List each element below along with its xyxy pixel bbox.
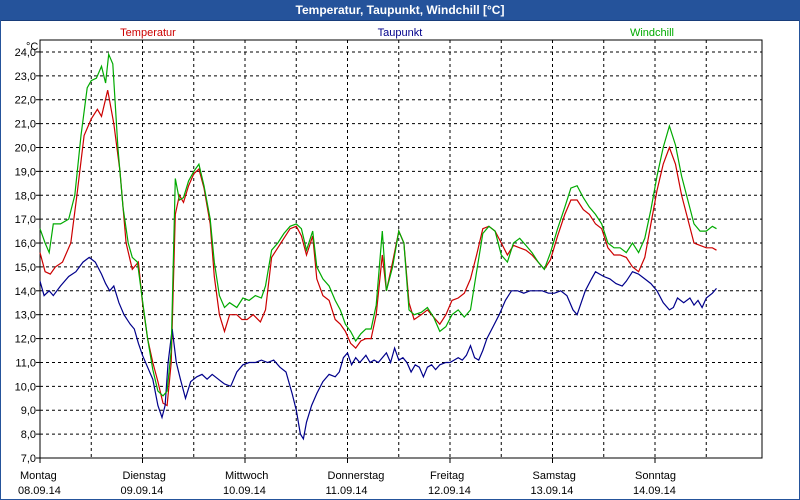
y-tick-label: 15,0 <box>15 262 36 274</box>
series-line-windchill <box>39 51 717 397</box>
grid <box>40 40 762 458</box>
y-tick-label: 23,0 <box>15 71 36 83</box>
y-tick-label: 13,0 <box>15 310 36 322</box>
y-tick-label: 22,0 <box>15 95 36 107</box>
x-tick-day: Montag <box>20 470 57 482</box>
y-tick-label: 9,0 <box>21 405 36 417</box>
series-lines <box>39 51 717 441</box>
line-chart: °C 7,08,09,010,011,012,013,014,015,016,0… <box>15 27 763 497</box>
x-tick-date: 12.09.14 <box>428 485 471 497</box>
legend: Temperatur Taupunkt Windchill <box>120 27 674 39</box>
y-tick-label: 14,0 <box>15 286 36 298</box>
legend-item-windchill: Windchill <box>630 27 674 39</box>
x-tick-day: Sonntag <box>635 470 676 482</box>
x-tick-date: 11.09.14 <box>326 485 368 497</box>
legend-item-taupunkt: Taupunkt <box>378 27 423 39</box>
x-tick-day: Samstag <box>533 470 576 482</box>
x-tick-day: Donnerstag <box>328 470 385 482</box>
y-tick-label: 21,0 <box>15 119 36 131</box>
legend-item-temperatur: Temperatur <box>120 27 176 39</box>
y-tick-labels: 7,0 8,0 9,0 10,0 11,0 12,0 13,0 14,0 15,0 16,0 17,… <box>15 47 40 465</box>
x-tick-day: Freitag <box>430 470 464 482</box>
x-tick-date: 10.09.14 <box>223 485 266 497</box>
y-tick-label: 12,0 <box>15 334 36 346</box>
x-tick-date: 09.09.14 <box>121 485 164 497</box>
y-tick-label: 16,0 <box>15 238 36 250</box>
y-tick-label: 7,0 <box>21 453 36 465</box>
x-tick-day: Mittwoch <box>225 470 268 482</box>
x-tick-labels: Montag 08.09.14 Dienstag 09.09.14 Mittwoch 10… <box>18 458 676 497</box>
plot-area <box>39 39 763 459</box>
y-tick-label: 8,0 <box>21 429 36 441</box>
y-tick-label: 24,0 <box>15 47 36 59</box>
y-tick-label: 20,0 <box>15 142 36 154</box>
x-tick-date: 13.09.14 <box>531 485 574 497</box>
y-tick-label: 11,0 <box>15 357 36 369</box>
y-tick-label: 19,0 <box>15 166 36 178</box>
x-tick-day: Dienstag <box>123 470 166 482</box>
y-tick-label: 18,0 <box>15 190 36 202</box>
y-tick-label: 17,0 <box>15 214 36 226</box>
y-tick-label: 10,0 <box>15 381 36 393</box>
x-tick-date: 14.09.14 <box>633 485 676 497</box>
x-tick-date: 08.09.14 <box>18 485 61 497</box>
